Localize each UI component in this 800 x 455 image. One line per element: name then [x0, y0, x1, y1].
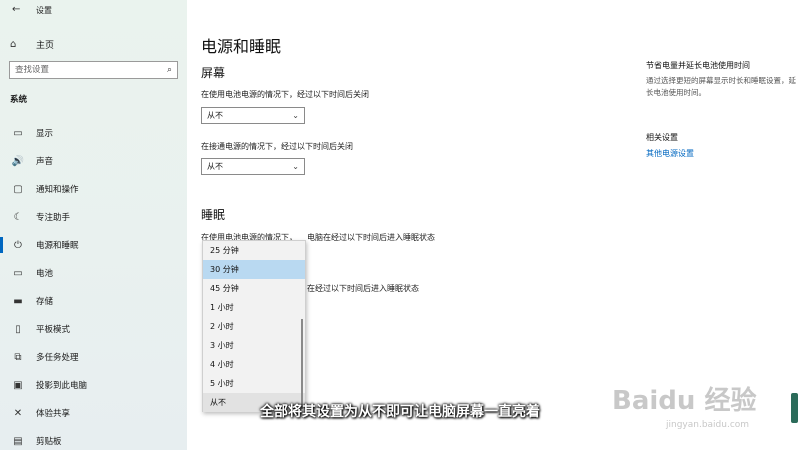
screen-battery-select[interactable]: 从不 ⌄	[201, 107, 305, 124]
home-icon: ⌂	[10, 38, 17, 50]
storage-icon: ▬	[13, 295, 23, 307]
sidebar-item-label: 电源和睡眠	[36, 241, 79, 251]
sidebar-item[interactable]: ☾ 专注助手	[0, 203, 187, 231]
watermark-url: jingyan.baidu.com	[666, 420, 750, 430]
dropdown-option[interactable]: 3 小时	[203, 336, 305, 355]
tip-title: 节省电量并延长电池使用时间	[646, 61, 750, 70]
moon-icon: ☾	[13, 211, 23, 223]
sidebar-item[interactable]: ▢ 通知和操作	[0, 175, 187, 203]
sidebar-item-label: 显示	[36, 129, 54, 139]
sidebar-item-label: 声音	[36, 157, 54, 167]
sidebar: ← 设置 ⌂ 主页 ⌕ 系统 ▭ 显示 🔊 声音 ▢ 通知和操作 ☾ 专注助手 ⏻ 电源和睡眠 ▭ 电…	[0, 0, 187, 450]
notification-icon: ▢	[13, 183, 23, 195]
chevron-down-icon: ⌄	[292, 162, 299, 171]
sidebar-item-label: 投影到此电脑	[36, 381, 88, 391]
speaker-icon: 🔊	[11, 155, 25, 167]
screen-battery-label: 在使用电池电源的情况下，经过以下时间后关闭	[201, 90, 369, 99]
sidebar-item[interactable]: ▭ 电池	[0, 259, 187, 287]
sidebar-item-label: 通知和操作	[36, 185, 79, 195]
screen-battery-value: 从不	[207, 111, 223, 120]
page-title: 电源和睡眠	[201, 37, 282, 56]
sidebar-item-label: 电池	[36, 269, 54, 279]
dropdown-option[interactable]: 2 小时	[203, 317, 305, 336]
sidebar-item[interactable]: ▯ 平板模式	[0, 315, 187, 343]
screen-heading: 屏幕	[201, 66, 226, 80]
screen-plugged-select[interactable]: 从不 ⌄	[201, 158, 305, 175]
clipboard-icon: ▤	[13, 435, 23, 447]
home-label: 主页	[36, 40, 55, 51]
related-title: 相关设置	[646, 133, 678, 142]
power-icon: ⏻	[14, 239, 22, 251]
search-input[interactable]	[15, 65, 145, 75]
search-box[interactable]: ⌕	[9, 61, 178, 79]
dropdown-option[interactable]: 5 小时	[203, 374, 305, 393]
sidebar-item-label: 平板模式	[36, 325, 71, 335]
sleep-dropdown-list[interactable]: 25 分钟 30 分钟 45 分钟 1 小时 2 小时 3 小时 4 小时 5 小时 从不	[202, 240, 306, 412]
monitor-icon: ▭	[13, 127, 23, 139]
dropdown-option[interactable]: 1 小时	[203, 298, 305, 317]
dropdown-scrollbar[interactable]	[301, 319, 303, 409]
multitask-icon: ⧉	[14, 351, 22, 363]
sidebar-item-home[interactable]: ⌂ 主页	[10, 36, 180, 52]
dropdown-option[interactable]: 30 分钟	[203, 260, 305, 279]
other-power-settings-link[interactable]: 其他电源设置	[646, 148, 694, 159]
sidebar-item[interactable]: ⏻ 电源和睡眠	[0, 231, 187, 259]
dropdown-option[interactable]: 25 分钟	[203, 241, 305, 260]
search-icon[interactable]: ⌕	[167, 65, 172, 75]
sidebar-item[interactable]: 🔊 声音	[0, 147, 187, 175]
dropdown-option[interactable]: 4 小时	[203, 355, 305, 374]
window-title: 设置	[36, 6, 52, 15]
sidebar-item[interactable]: ▤ 剪贴板	[0, 427, 187, 455]
battery-icon: ▭	[13, 267, 23, 279]
screen-plugged-label: 在接通电源的情况下，经过以下时间后关闭	[201, 142, 353, 151]
section-label-system: 系统	[10, 95, 28, 105]
sidebar-item[interactable]: ▭ 显示	[0, 119, 187, 147]
chevron-down-icon: ⌄	[292, 111, 299, 120]
sidebar-item[interactable]: ▬ 存储	[0, 287, 187, 315]
dropdown-option[interactable]: 45 分钟	[203, 279, 305, 298]
sleep-heading: 睡眠	[201, 208, 226, 222]
sidebar-item[interactable]: ⧉ 多任务处理	[0, 343, 187, 371]
back-arrow-icon[interactable]: ←	[12, 4, 20, 15]
sidebar-item-label: 专注助手	[36, 213, 71, 223]
sleep-battery-label-b: 电脑在经过以下时间后进入睡眠状态	[307, 233, 435, 242]
tip-text: 通过选择更短的屏幕显示时长和睡眠设置，延长电池使用时间。	[646, 76, 796, 97]
sidebar-item[interactable]: ▣ 投影到此电脑	[0, 371, 187, 399]
project-icon: ▣	[13, 379, 23, 391]
video-caption: 全部将其设置为从不即可让电脑屏幕一直亮着	[260, 404, 540, 420]
sidebar-item-label: 多任务处理	[36, 353, 79, 363]
sleep-plugged-label-b: 在经过以下时间后进入睡眠状态	[307, 284, 419, 293]
tablet-icon: ▯	[15, 323, 21, 335]
sidebar-item-label: 剪贴板	[36, 437, 62, 447]
screen-plugged-value: 从不	[207, 162, 223, 171]
sidebar-item-label: 存储	[36, 297, 54, 307]
